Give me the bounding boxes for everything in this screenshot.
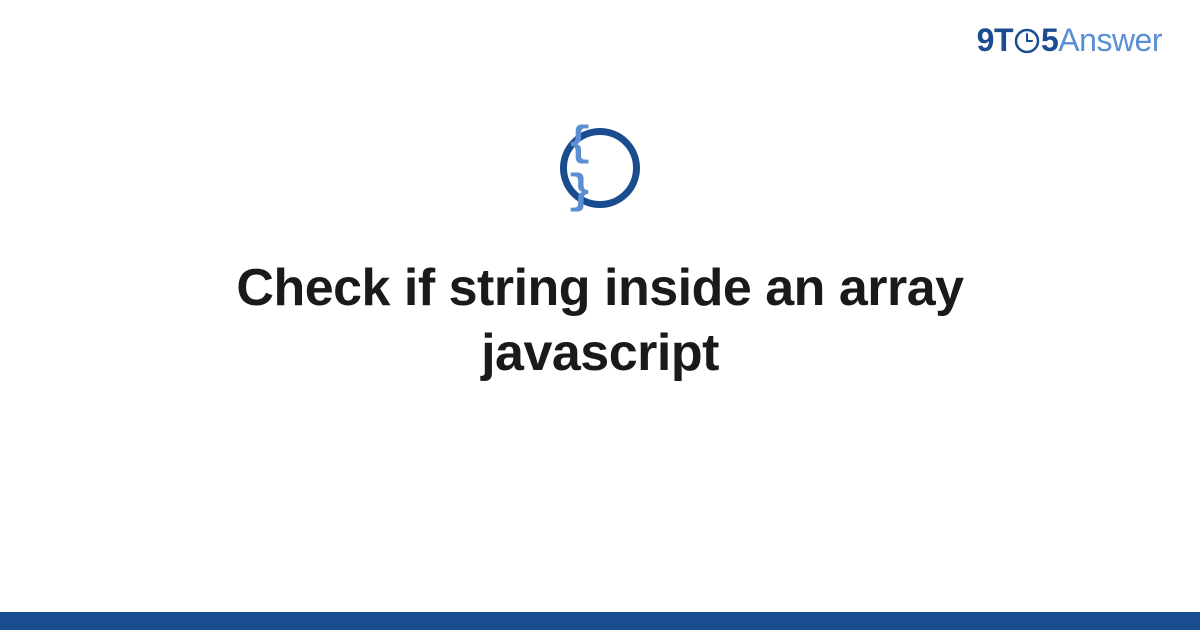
logo-text-5: 5: [1041, 22, 1058, 59]
site-logo: 9T 5 Answer: [977, 22, 1162, 59]
page-title: Check if string inside an array javascri…: [120, 256, 1080, 386]
footer-bar: [0, 612, 1200, 630]
code-braces-icon: { }: [567, 120, 633, 216]
logo-text-9t: 9T: [977, 22, 1013, 59]
logo-text-answer: Answer: [1058, 22, 1162, 59]
main-content: { } Check if string inside an array java…: [0, 128, 1200, 386]
logo-clock-icon: [1014, 28, 1040, 54]
category-icon: { }: [560, 128, 640, 208]
